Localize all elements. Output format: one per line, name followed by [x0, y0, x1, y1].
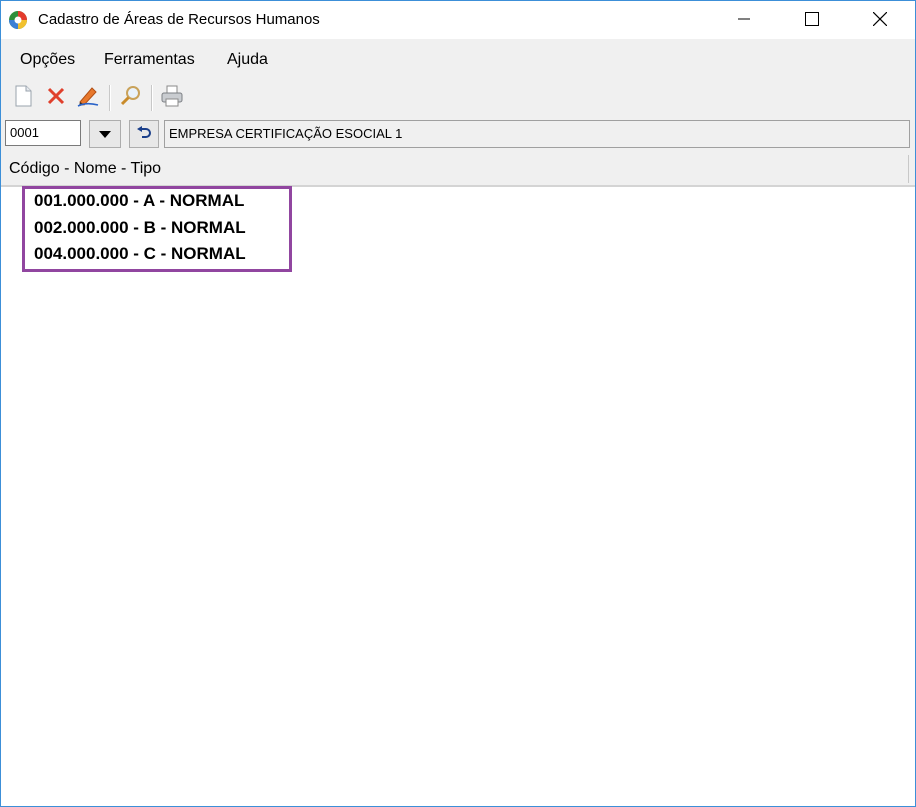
maximize-icon: [805, 11, 819, 29]
toolbar-separator: [151, 85, 153, 111]
delete-icon: [46, 86, 66, 109]
delete-button[interactable]: [43, 83, 69, 111]
dropdown-arrow-icon: [99, 127, 111, 142]
column-header-label: Código - Nome - Tipo: [9, 160, 162, 177]
list-item[interactable]: 004.000.000 - C - NORMAL: [34, 244, 246, 264]
app-icon: [8, 10, 28, 30]
window-title: Cadastro de Áreas de Recursos Humanos: [38, 11, 320, 28]
search-magnifier-icon: [119, 85, 141, 110]
menu-ferramentas[interactable]: Ferramentas: [104, 51, 195, 69]
list-item[interactable]: 001.000.000 - A - NORMAL: [34, 191, 244, 211]
company-dropdown-button[interactable]: [89, 120, 121, 148]
close-icon: [872, 11, 888, 29]
maximize-button[interactable]: [789, 1, 835, 39]
title-bar: Cadastro de Áreas de Recursos Humanos: [1, 1, 915, 39]
new-document-icon: [13, 85, 33, 110]
search-button[interactable]: [117, 83, 143, 111]
list-column-header[interactable]: Código - Nome - Tipo: [1, 153, 915, 187]
list-item[interactable]: 002.000.000 - B - NORMAL: [34, 218, 246, 238]
print-icon: [160, 85, 184, 110]
minimize-icon: [738, 13, 750, 28]
menu-opcoes[interactable]: Opções: [20, 51, 75, 69]
edit-pencil-icon: [76, 84, 100, 111]
print-button[interactable]: [159, 83, 185, 111]
new-button[interactable]: [10, 83, 36, 111]
company-code-input[interactable]: 0001: [5, 120, 81, 146]
toolbar: [1, 79, 915, 117]
column-divider: [908, 155, 909, 183]
undo-button[interactable]: [129, 120, 159, 148]
edit-button[interactable]: [75, 83, 101, 111]
undo-arrow-icon: [136, 125, 152, 143]
menu-bar: Opções Ferramentas Ajuda: [1, 39, 915, 79]
close-button[interactable]: [857, 1, 903, 39]
toolbar-separator: [109, 85, 111, 111]
areas-list: 001.000.000 - A - NORMAL 002.000.000 - B…: [1, 186, 915, 806]
main-window: Cadastro de Áreas de Recursos Humanos Op…: [0, 0, 916, 807]
company-filter-bar: 0001 EMPRESA CERTIFICAÇÃO ESOCIAL 1: [1, 117, 915, 153]
company-name-field: EMPRESA CERTIFICAÇÃO ESOCIAL 1: [164, 120, 910, 148]
menu-ajuda[interactable]: Ajuda: [227, 51, 268, 69]
minimize-button[interactable]: [721, 1, 767, 39]
